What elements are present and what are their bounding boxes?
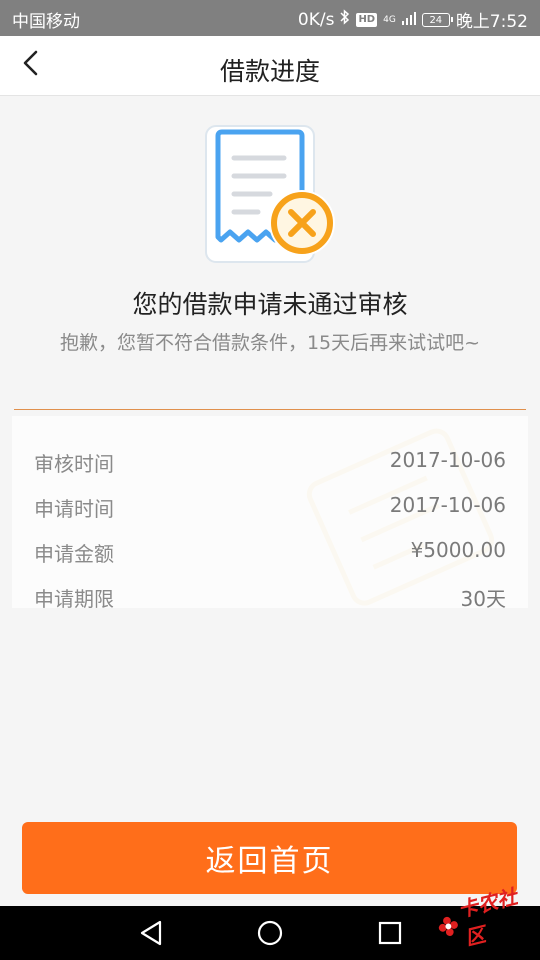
- system-home-button[interactable]: [255, 918, 285, 948]
- detail-row-apply-time: 申请时间 2017-10-06: [12, 473, 528, 521]
- detail-value: 30天: [460, 587, 506, 611]
- page-title: 借款进度: [219, 57, 320, 86]
- square-recents-icon: [378, 921, 402, 945]
- triangle-back-icon: [140, 920, 162, 946]
- system-recents-button[interactable]: [375, 918, 405, 948]
- loan-details-card: 审核时间 2017-10-06 申请时间 2017-10-06 申请金额 ¥50…: [12, 416, 528, 611]
- bluetooth-icon: [340, 9, 350, 30]
- result-title: 您的借款申请未通过审核: [132, 290, 408, 319]
- detail-label: 申请期限: [34, 587, 114, 611]
- hd-icon: HD: [356, 12, 378, 27]
- detail-value: 2017-10-06: [389, 448, 506, 472]
- flower-logo-icon: [438, 916, 458, 936]
- navigation-bar: 借款进度: [0, 36, 540, 96]
- application-rejected-icon: [205, 125, 335, 263]
- section-divider: [14, 409, 526, 410]
- status-bar: 中国移动 0K/s HD 4G 24 晚上7:52: [0, 0, 540, 36]
- signal-icon: [401, 10, 416, 30]
- detail-row-amount: 申请金额 ¥5000.00: [12, 518, 528, 566]
- status-icons: 0K/s HD 4G 24 晚上7:52: [298, 7, 528, 32]
- circle-home-icon: [257, 920, 283, 946]
- clock: 晚上7:52: [455, 12, 528, 32]
- network-speed: 0K/s: [297, 9, 335, 30]
- carrier-name: 中国移动: [12, 12, 80, 32]
- system-back-button[interactable]: [136, 918, 166, 948]
- return-home-button[interactable]: 返回首页: [22, 822, 517, 894]
- detail-row-review-time: 审核时间 2017-10-06: [12, 428, 528, 476]
- battery-icon: 24: [421, 12, 453, 27]
- detail-value: 2017-10-06: [389, 493, 506, 517]
- detail-value: ¥5000.00: [410, 538, 506, 562]
- network-type: 4G: [383, 14, 396, 25]
- detail-row-term: 申请期限 30天: [12, 563, 528, 611]
- result-description: 抱歉，您暂不符合借款条件，15天后再来试试吧~: [59, 332, 481, 354]
